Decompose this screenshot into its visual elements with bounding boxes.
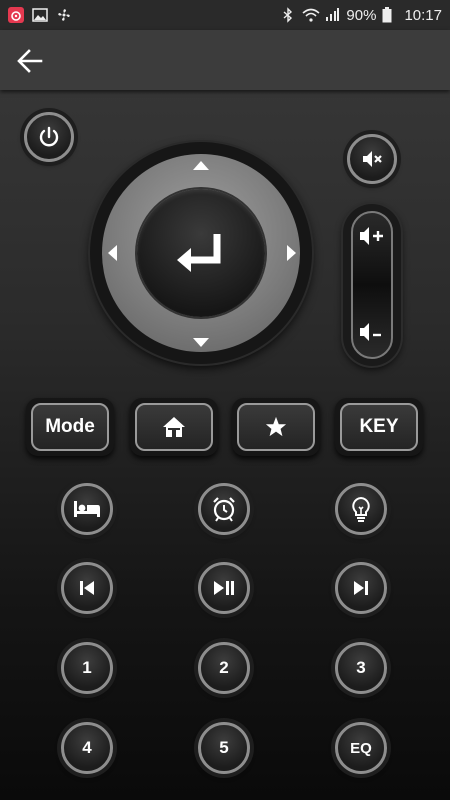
favorite-button[interactable]: [237, 403, 315, 451]
battery-icon: [382, 7, 398, 23]
sleep-button[interactable]: [61, 483, 113, 535]
dpad-right-button[interactable]: [287, 245, 296, 261]
signal-icon: [324, 7, 340, 23]
number-3-button[interactable]: 3: [335, 642, 387, 694]
key-button-frame: KEY: [335, 398, 423, 456]
app-notification-icon: [8, 7, 24, 23]
status-bar: 90% 10:17: [0, 0, 450, 30]
dpad-down-button[interactable]: [193, 338, 209, 347]
number-5-label: 5: [219, 738, 229, 757]
home-button-frame: [130, 398, 218, 456]
mode-button[interactable]: Mode: [31, 403, 109, 451]
play-pause-icon: [214, 581, 234, 595]
alarm-clock-icon: [213, 497, 235, 522]
home-icon: [163, 417, 185, 437]
mode-label: Mode: [45, 416, 95, 437]
app-bar: [0, 30, 450, 90]
arrow-left-icon: [17, 49, 43, 73]
skip-next-icon: [354, 581, 368, 595]
power-button[interactable]: [24, 112, 74, 162]
star-icon: [265, 416, 287, 437]
bluetooth-icon: [280, 7, 296, 23]
bed-icon: [74, 501, 100, 517]
volume-down-button[interactable]: [352, 314, 392, 350]
light-bulb-icon: [352, 496, 370, 522]
number-3-label: 3: [356, 658, 366, 677]
play-pause-button[interactable]: [198, 562, 250, 614]
previous-button[interactable]: [61, 562, 113, 614]
number-1-button[interactable]: 1: [61, 642, 113, 694]
volume-up-icon: [360, 227, 383, 245]
mute-icon: [363, 151, 382, 167]
fan-icon: [56, 7, 72, 23]
wifi-icon: [302, 7, 320, 23]
dpad-up-button[interactable]: [193, 161, 209, 170]
next-button[interactable]: [335, 562, 387, 614]
power-icon: [39, 126, 59, 147]
volume-up-button[interactable]: [352, 218, 392, 254]
number-5-button[interactable]: 5: [198, 722, 250, 774]
key-label: KEY: [359, 416, 399, 437]
clock: 10:17: [404, 6, 442, 24]
battery-level: 90%: [346, 6, 377, 24]
volume-down-icon: [360, 323, 381, 341]
alarm-button[interactable]: [198, 483, 250, 535]
home-button[interactable]: [135, 403, 213, 451]
ok-button[interactable]: [137, 189, 265, 317]
mute-button[interactable]: [347, 134, 397, 184]
dpad-left-button[interactable]: [108, 245, 117, 261]
number-4-button[interactable]: 4: [61, 722, 113, 774]
key-button[interactable]: KEY: [340, 403, 418, 451]
number-4-label: 4: [82, 738, 92, 757]
eq-button[interactable]: EQ: [335, 722, 387, 774]
mode-button-frame: Mode: [26, 398, 114, 456]
favorite-button-frame: [232, 398, 320, 456]
skip-previous-icon: [80, 581, 94, 595]
number-2-button[interactable]: 2: [198, 642, 250, 694]
eq-label: EQ: [350, 739, 372, 757]
number-1-label: 1: [82, 658, 92, 677]
light-button[interactable]: [335, 483, 387, 535]
image-icon: [32, 7, 48, 23]
enter-icon: [177, 234, 221, 272]
number-2-label: 2: [219, 658, 229, 677]
back-button[interactable]: [14, 45, 46, 77]
